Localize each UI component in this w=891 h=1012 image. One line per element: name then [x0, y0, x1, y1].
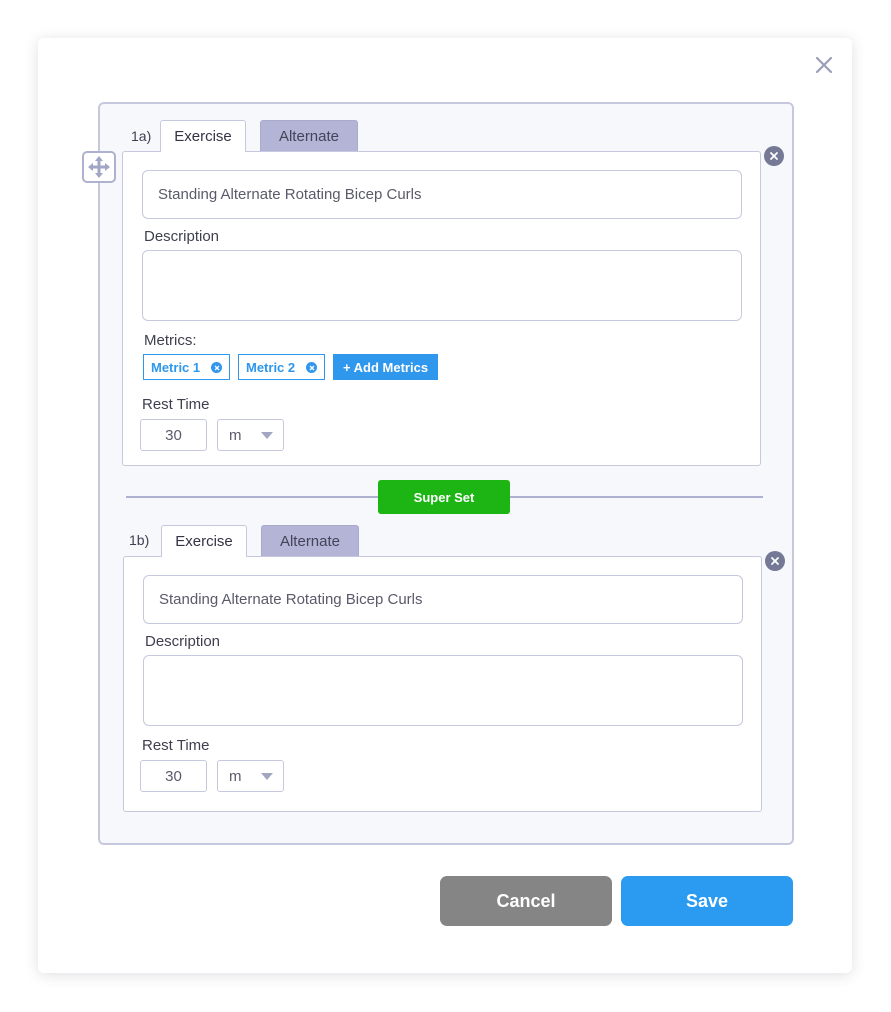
description-label: Description: [145, 633, 221, 650]
cancel-button[interactable]: Cancel: [440, 876, 612, 926]
exercise-name-input[interactable]: Standing Alternate Rotating Bicep Curls: [142, 170, 742, 219]
remove-exercise-button[interactable]: [764, 146, 784, 166]
rest-time-input[interactable]: 30: [140, 419, 207, 451]
remove-circle-icon: [771, 557, 779, 565]
metrics-label: Metrics:: [144, 332, 197, 349]
rest-time-label: Rest Time: [142, 396, 210, 413]
remove-circle-icon[interactable]: [306, 362, 317, 373]
description-textarea[interactable]: [143, 655, 743, 726]
description-textarea[interactable]: [142, 250, 742, 321]
caret-down-icon: [261, 773, 273, 780]
description-label: Description: [144, 228, 220, 245]
metric-chip[interactable]: Metric 2: [238, 354, 325, 380]
rest-time-unit-value: m: [229, 426, 242, 444]
rest-time-unit-select[interactable]: m: [217, 760, 284, 792]
add-metrics-button[interactable]: + Add Metrics: [333, 354, 438, 380]
remove-circle-icon: [770, 152, 778, 160]
metric-chip-label: Metric 1: [151, 359, 201, 375]
tab-exercise[interactable]: Exercise: [160, 120, 246, 152]
metric-chip[interactable]: Metric 1: [143, 354, 230, 380]
superset-button[interactable]: Super Set: [378, 480, 510, 514]
exercise-label: 1b): [129, 532, 150, 548]
save-button[interactable]: Save: [621, 876, 793, 926]
close-icon[interactable]: [812, 53, 836, 77]
tab-exercise[interactable]: Exercise: [161, 525, 247, 557]
rest-time-unit-value: m: [229, 767, 242, 785]
exercise-name-input[interactable]: Standing Alternate Rotating Bicep Curls: [143, 575, 743, 624]
exercise-label: 1a): [131, 128, 152, 144]
drag-handle[interactable]: [82, 151, 116, 183]
caret-down-icon: [261, 432, 273, 439]
rest-time-input[interactable]: 30: [140, 760, 207, 792]
remove-exercise-button[interactable]: [765, 551, 785, 571]
rest-time-label: Rest Time: [142, 737, 210, 754]
rest-time-unit-select[interactable]: m: [217, 419, 284, 451]
move-icon: [88, 156, 110, 178]
remove-circle-icon[interactable]: [211, 362, 222, 373]
metric-chip-label: Metric 2: [246, 359, 296, 375]
tab-alternate[interactable]: Alternate: [260, 120, 358, 152]
tab-alternate[interactable]: Alternate: [261, 525, 359, 557]
